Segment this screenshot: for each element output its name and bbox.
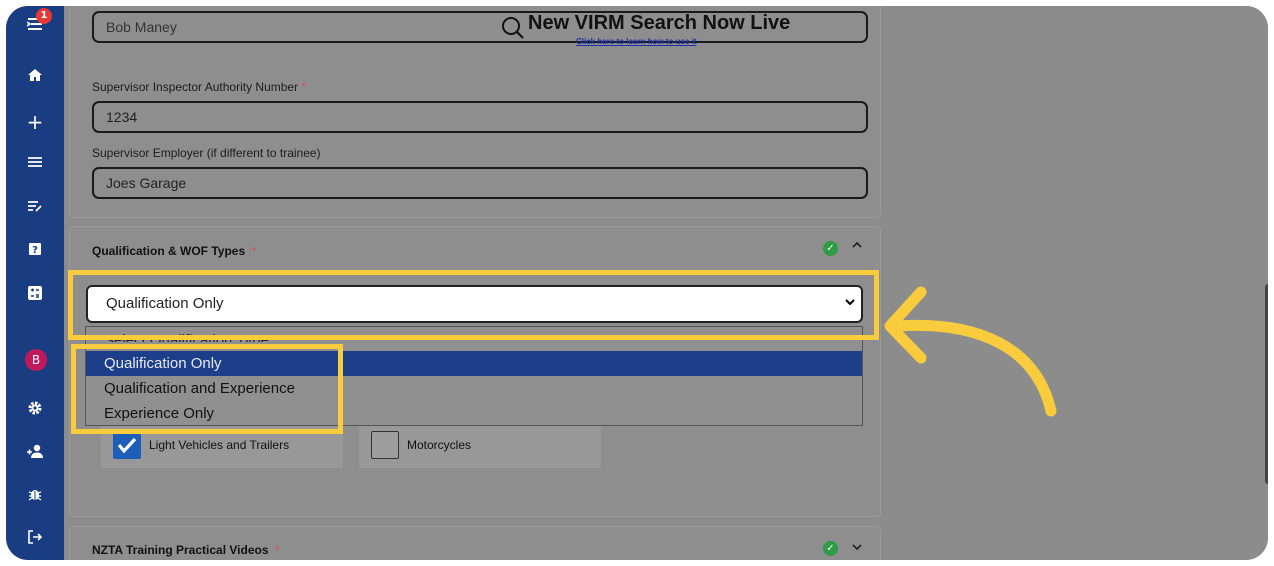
plus-icon[interactable]: + (23, 110, 47, 134)
notification-badge: 1 (36, 8, 52, 24)
complete-check-icon: ✓ (823, 541, 838, 556)
videos-section-title: NZTA Training Practical Videos * (92, 543, 280, 557)
sidebar: 1 + ? B (6, 6, 64, 560)
bug-icon[interactable] (23, 485, 47, 509)
authority-number-field[interactable]: 1234 (92, 101, 868, 133)
svg-text:?: ? (32, 245, 38, 256)
settings-icon[interactable] (23, 399, 47, 423)
add-user-icon[interactable] (23, 442, 47, 466)
logout-icon[interactable] (23, 528, 47, 552)
scrollbar[interactable] (1265, 284, 1268, 484)
checkbox-checked-icon[interactable] (113, 431, 141, 459)
banner-help-link[interactable]: Click here to learn how to use it (576, 37, 696, 46)
videos-card: NZTA Training Practical Videos * ✓ (69, 526, 881, 560)
complete-check-icon: ✓ (823, 241, 838, 256)
highlight-box-options (71, 344, 343, 434)
employer-field[interactable]: Joes Garage (92, 167, 868, 199)
highlight-box-select (68, 270, 879, 340)
home-icon[interactable] (23, 66, 47, 90)
chevron-up-icon[interactable] (851, 239, 863, 254)
checkbox-unchecked-icon[interactable] (371, 431, 399, 459)
app-window: 1 + ? B Bob Maney Supervisor Inspector A… (6, 6, 1268, 560)
avatar[interactable]: B (25, 349, 47, 371)
calculator-icon[interactable] (23, 284, 47, 308)
qualification-section-title: Qualification & WOF Types * (92, 244, 257, 258)
list-icon[interactable] (23, 152, 47, 176)
wof-type-label: Motorcycles (407, 438, 472, 452)
chevron-down-icon[interactable] (851, 541, 863, 556)
help-icon[interactable]: ? (23, 240, 47, 264)
authority-number-label: Supervisor Inspector Authority Number * (92, 80, 307, 94)
banner-title: New VIRM Search Now Live (528, 12, 791, 34)
employer-label: Supervisor Employer (if different to tra… (92, 146, 321, 160)
annotation-arrow (884, 286, 1057, 417)
wof-type-motorcycles[interactable]: Motorcycles (359, 424, 601, 468)
edit-list-icon[interactable] (23, 196, 47, 220)
supervisor-card: Bob Maney Supervisor Inspector Authority… (69, 6, 881, 218)
wof-type-label: Light Vehicles and Trailers (149, 438, 290, 452)
search-icon (500, 15, 526, 45)
